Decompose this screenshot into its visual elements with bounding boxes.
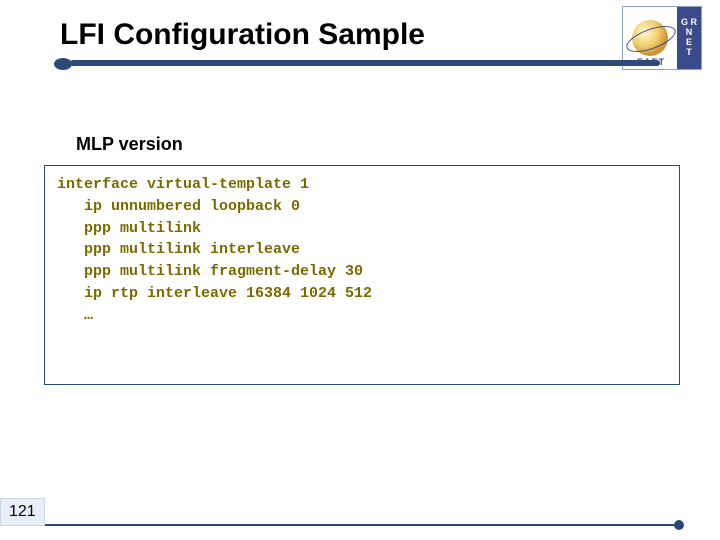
logo-right-line: T bbox=[686, 48, 692, 58]
code-line: interface virtual-template 1 bbox=[57, 176, 309, 193]
footer-rule bbox=[44, 524, 680, 526]
code-line: ip unnumbered loopback 0 bbox=[57, 198, 300, 215]
globe-icon bbox=[632, 20, 668, 56]
code-block: interface virtual-template 1 ip unnumber… bbox=[44, 165, 680, 385]
title-rule bbox=[60, 56, 660, 74]
subtitle: MLP version bbox=[76, 134, 720, 155]
code-line: … bbox=[57, 307, 93, 324]
rule-line bbox=[70, 60, 660, 66]
slide: ΕΔΕΤ G R N E T LFI Configuration Sample … bbox=[0, 0, 720, 540]
page-title: LFI Configuration Sample bbox=[60, 18, 720, 52]
logo-right-text: G R N E T bbox=[677, 7, 701, 69]
code-line: ppp multilink interleave bbox=[57, 241, 300, 258]
code-line: ppp multilink fragment-delay 30 bbox=[57, 263, 363, 280]
page-number: 121 bbox=[0, 498, 45, 526]
code-line: ppp multilink bbox=[57, 220, 201, 237]
code-line: ip rtp interleave 16384 1024 512 bbox=[57, 285, 372, 302]
